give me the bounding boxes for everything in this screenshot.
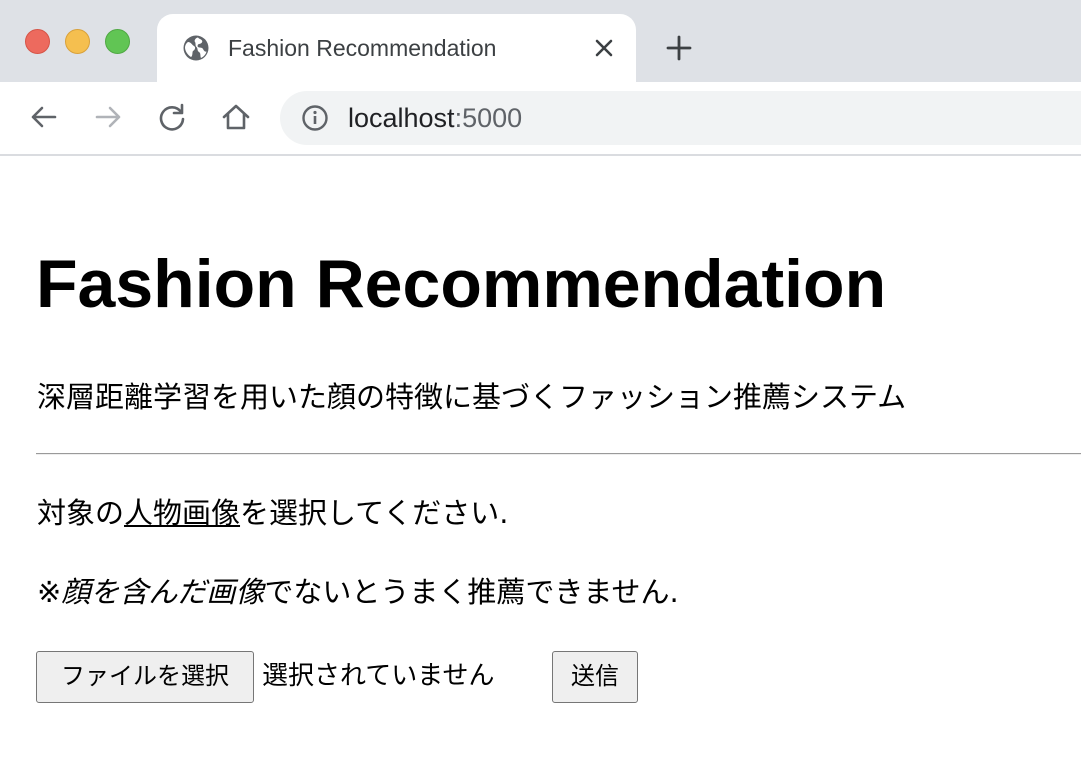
page-title: Fashion Recommendation	[36, 246, 887, 322]
page-subtitle: 深層距離学習を用いた顔の特徴に基づくファッション推薦システム	[37, 380, 907, 414]
url-text[interactable]: localhost:5000	[348, 103, 522, 133]
note-prefix: ※	[37, 575, 62, 609]
browser-window: Fashion Recommendation localhost:5000 Fa…	[0, 0, 1081, 766]
note-text: ※顔を含んだ画像でないとうまく推薦できません.	[37, 574, 679, 610]
browser-toolbar: localhost:5000	[0, 82, 1081, 156]
url-port: :5000	[454, 103, 523, 133]
instruction-emphasis: 人物画像	[124, 496, 241, 530]
instruction-text: 対象の人物画像を選択してください.	[37, 495, 509, 531]
url-host: localhost	[348, 103, 455, 133]
file-status-text: 選択されていません	[262, 661, 495, 691]
maximize-window-button[interactable]	[105, 29, 130, 54]
home-icon[interactable]	[219, 100, 253, 134]
choose-file-button[interactable]: ファイルを選択	[36, 651, 254, 703]
horizontal-rule	[36, 453, 1081, 455]
forward-arrow-icon[interactable]	[91, 100, 125, 134]
info-icon[interactable]	[301, 104, 329, 132]
note-suffix: でないとうまく推薦できません.	[264, 575, 679, 609]
instruction-prefix: 対象の	[37, 496, 125, 530]
tab-strip: Fashion Recommendation	[0, 0, 1081, 82]
instruction-suffix: を選択してください.	[240, 496, 509, 530]
close-window-button[interactable]	[25, 29, 50, 54]
tab-title: Fashion Recommendation	[228, 35, 497, 61]
close-tab-icon[interactable]	[591, 35, 617, 61]
submit-button[interactable]: 送信	[552, 651, 638, 703]
new-tab-icon[interactable]	[664, 33, 694, 63]
globe-icon	[183, 35, 209, 61]
address-bar[interactable]: localhost:5000	[280, 91, 1081, 145]
reload-icon[interactable]	[155, 100, 189, 134]
tab-active[interactable]: Fashion Recommendation	[157, 14, 636, 82]
page-content: Fashion Recommendation 深層距離学習を用いた顔の特徴に基づ…	[0, 156, 1081, 766]
note-emphasis: 顔を含んだ画像	[61, 575, 265, 609]
back-arrow-icon[interactable]	[27, 100, 61, 134]
minimize-window-button[interactable]	[65, 29, 90, 54]
